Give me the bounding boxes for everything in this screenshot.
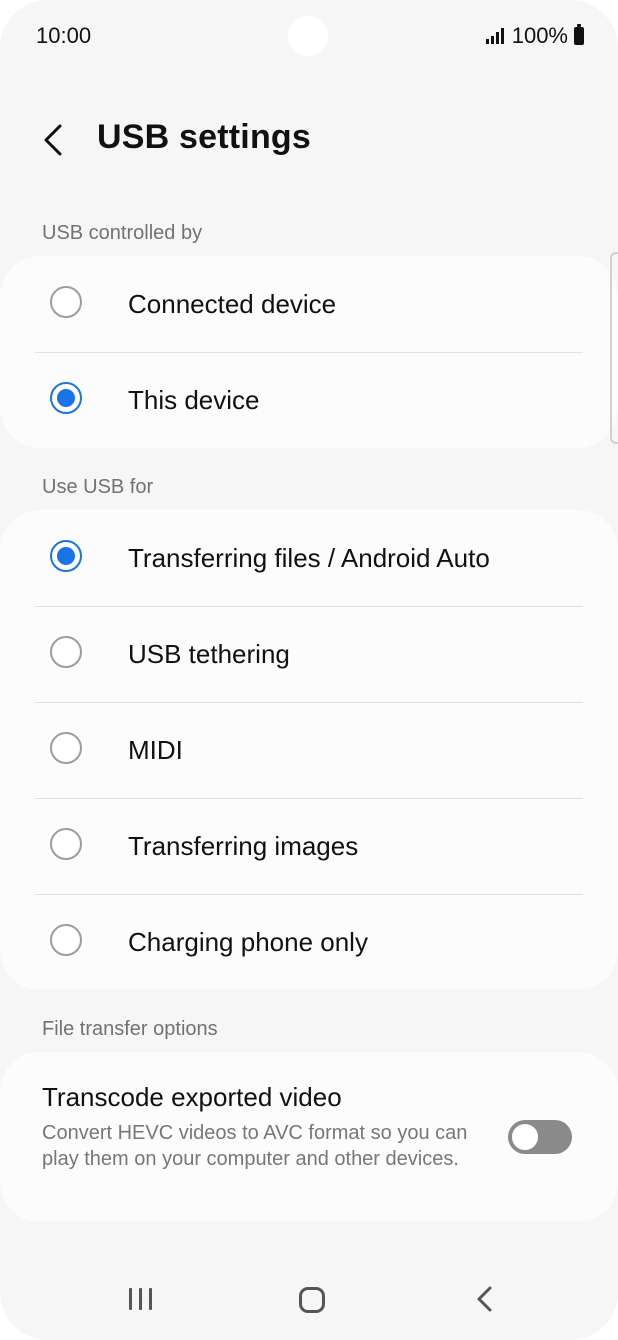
phone-screen: 10:00 100% USB settings USB controlled b…: [0, 0, 618, 1340]
radio-button[interactable]: [50, 636, 82, 668]
option-label: Connected device: [128, 288, 337, 319]
battery-percentage: 100%: [511, 23, 568, 48]
option-charging-phone-only[interactable]: Charging phone only: [0, 894, 618, 990]
transcode-toggle[interactable]: [508, 1120, 572, 1154]
section-label-file-transfer-options: File transfer options: [42, 1018, 218, 1040]
option-label: USB tethering: [128, 638, 290, 669]
recent-apps-icon: [148, 1288, 152, 1310]
status-time: 10:00: [36, 23, 92, 48]
nav-back-icon: [477, 1286, 492, 1312]
option-midi[interactable]: MIDI: [0, 702, 618, 798]
use-usb-for-card: Transferring files / Android Auto USB te…: [0, 510, 618, 990]
recent-apps-icon: [128, 1288, 132, 1310]
battery-icon: [574, 24, 584, 45]
option-connected-device[interactable]: Connected device: [0, 256, 618, 352]
option-label: Charging phone only: [128, 926, 368, 957]
radio-button-selected[interactable]: [50, 382, 82, 414]
option-label: MIDI: [128, 734, 183, 765]
radio-button[interactable]: [50, 286, 82, 318]
page-title: USB settings: [97, 118, 311, 156]
front-camera: [288, 16, 328, 56]
option-label: This device: [128, 384, 260, 415]
option-transferring-images[interactable]: Transferring images: [0, 798, 618, 894]
usb-controlled-by-card: Connected device This device: [0, 256, 618, 448]
status-indicators: 100%: [485, 23, 584, 49]
recent-apps-button[interactable]: [120, 1282, 160, 1316]
back-button[interactable]: [30, 112, 78, 168]
home-button[interactable]: [292, 1282, 332, 1316]
radio-button-selected[interactable]: [50, 540, 82, 572]
scrollbar[interactable]: [610, 252, 618, 444]
option-transferring-files[interactable]: Transferring files / Android Auto: [0, 510, 618, 606]
chevron-left-icon: [44, 124, 62, 156]
radio-button[interactable]: [50, 828, 82, 860]
nav-back-button[interactable]: [464, 1282, 504, 1316]
signal-icon: [485, 28, 504, 44]
section-label-use-usb-for: Use USB for: [42, 476, 154, 498]
section-label-usb-controlled-by: USB controlled by: [42, 222, 203, 244]
home-icon: [299, 1287, 325, 1313]
toggle-knob: [510, 1122, 540, 1152]
recent-apps-icon: [138, 1288, 142, 1310]
transcode-title: Transcode exported video: [42, 1082, 342, 1112]
transcode-setting-row[interactable]: Transcode exported video Convert HEVC vi…: [0, 1052, 618, 1222]
option-label: Transferring files / Android Auto: [128, 542, 490, 573]
option-label: Transferring images: [128, 830, 359, 861]
radio-button[interactable]: [50, 732, 82, 764]
option-usb-tethering[interactable]: USB tethering: [0, 606, 618, 702]
option-this-device[interactable]: This device: [0, 352, 618, 448]
radio-button[interactable]: [50, 924, 82, 956]
transcode-description: Convert HEVC videos to AVC format so you…: [42, 1122, 468, 1170]
